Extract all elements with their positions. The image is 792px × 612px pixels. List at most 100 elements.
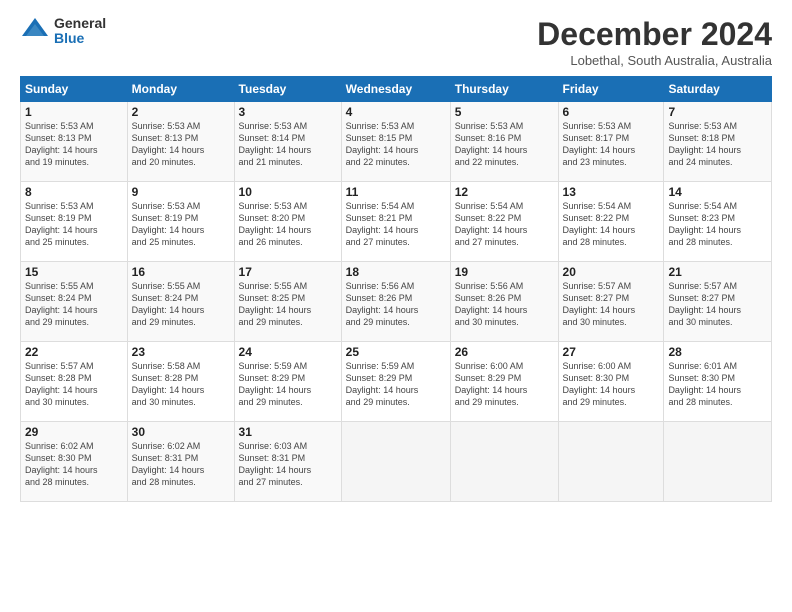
day-detail: Sunrise: 5:58 AMSunset: 8:28 PMDaylight:…	[132, 361, 205, 407]
day-number: 5	[455, 105, 554, 119]
day-number: 2	[132, 105, 230, 119]
logo: General Blue	[20, 16, 106, 47]
calendar-cell	[341, 422, 450, 502]
day-number: 30	[132, 425, 230, 439]
calendar-cell: 24 Sunrise: 5:59 AMSunset: 8:29 PMDaylig…	[234, 342, 341, 422]
calendar-cell: 1 Sunrise: 5:53 AMSunset: 8:13 PMDayligh…	[21, 102, 128, 182]
day-number: 17	[239, 265, 337, 279]
calendar-cell: 23 Sunrise: 5:58 AMSunset: 8:28 PMDaylig…	[127, 342, 234, 422]
calendar-cell: 13 Sunrise: 5:54 AMSunset: 8:22 PMDaylig…	[558, 182, 664, 262]
calendar-cell: 14 Sunrise: 5:54 AMSunset: 8:23 PMDaylig…	[664, 182, 772, 262]
calendar-row-5: 29 Sunrise: 6:02 AMSunset: 8:30 PMDaylig…	[21, 422, 772, 502]
day-number: 29	[25, 425, 123, 439]
calendar-cell: 3 Sunrise: 5:53 AMSunset: 8:14 PMDayligh…	[234, 102, 341, 182]
day-number: 11	[346, 185, 446, 199]
day-detail: Sunrise: 5:56 AMSunset: 8:26 PMDaylight:…	[455, 281, 528, 327]
day-number: 22	[25, 345, 123, 359]
day-detail: Sunrise: 5:53 AMSunset: 8:19 PMDaylight:…	[25, 201, 98, 247]
calendar-cell: 28 Sunrise: 6:01 AMSunset: 8:30 PMDaylig…	[664, 342, 772, 422]
day-detail: Sunrise: 5:53 AMSunset: 8:14 PMDaylight:…	[239, 121, 312, 167]
day-detail: Sunrise: 5:56 AMSunset: 8:26 PMDaylight:…	[346, 281, 419, 327]
page: General Blue December 2024 Lobethal, Sou…	[0, 0, 792, 612]
day-number: 26	[455, 345, 554, 359]
day-number: 14	[668, 185, 767, 199]
day-detail: Sunrise: 6:01 AMSunset: 8:30 PMDaylight:…	[668, 361, 741, 407]
day-detail: Sunrise: 5:54 AMSunset: 8:22 PMDaylight:…	[563, 201, 636, 247]
calendar-cell: 4 Sunrise: 5:53 AMSunset: 8:15 PMDayligh…	[341, 102, 450, 182]
day-detail: Sunrise: 5:55 AMSunset: 8:24 PMDaylight:…	[25, 281, 98, 327]
location: Lobethal, South Australia, Australia	[537, 53, 772, 68]
logo-general-text: General	[54, 16, 106, 31]
day-detail: Sunrise: 5:53 AMSunset: 8:15 PMDaylight:…	[346, 121, 419, 167]
day-detail: Sunrise: 5:53 AMSunset: 8:17 PMDaylight:…	[563, 121, 636, 167]
day-number: 31	[239, 425, 337, 439]
calendar-cell: 25 Sunrise: 5:59 AMSunset: 8:29 PMDaylig…	[341, 342, 450, 422]
day-number: 16	[132, 265, 230, 279]
day-detail: Sunrise: 5:57 AMSunset: 8:27 PMDaylight:…	[668, 281, 741, 327]
day-number: 25	[346, 345, 446, 359]
day-detail: Sunrise: 6:00 AMSunset: 8:30 PMDaylight:…	[563, 361, 636, 407]
day-number: 23	[132, 345, 230, 359]
calendar-cell: 20 Sunrise: 5:57 AMSunset: 8:27 PMDaylig…	[558, 262, 664, 342]
calendar-cell: 31 Sunrise: 6:03 AMSunset: 8:31 PMDaylig…	[234, 422, 341, 502]
calendar-cell: 6 Sunrise: 5:53 AMSunset: 8:17 PMDayligh…	[558, 102, 664, 182]
day-detail: Sunrise: 5:54 AMSunset: 8:22 PMDaylight:…	[455, 201, 528, 247]
day-number: 4	[346, 105, 446, 119]
header-saturday: Saturday	[664, 77, 772, 102]
day-detail: Sunrise: 6:00 AMSunset: 8:29 PMDaylight:…	[455, 361, 528, 407]
day-number: 10	[239, 185, 337, 199]
day-number: 13	[563, 185, 660, 199]
day-number: 19	[455, 265, 554, 279]
calendar-row-4: 22 Sunrise: 5:57 AMSunset: 8:28 PMDaylig…	[21, 342, 772, 422]
calendar-cell: 26 Sunrise: 6:00 AMSunset: 8:29 PMDaylig…	[450, 342, 558, 422]
calendar-cell	[664, 422, 772, 502]
day-detail: Sunrise: 6:02 AMSunset: 8:30 PMDaylight:…	[25, 441, 98, 487]
day-detail: Sunrise: 5:53 AMSunset: 8:19 PMDaylight:…	[132, 201, 205, 247]
calendar-row-2: 8 Sunrise: 5:53 AMSunset: 8:19 PMDayligh…	[21, 182, 772, 262]
title-section: December 2024 Lobethal, South Australia,…	[537, 16, 772, 68]
day-number: 1	[25, 105, 123, 119]
calendar-cell: 29 Sunrise: 6:02 AMSunset: 8:30 PMDaylig…	[21, 422, 128, 502]
calendar-cell: 27 Sunrise: 6:00 AMSunset: 8:30 PMDaylig…	[558, 342, 664, 422]
day-detail: Sunrise: 5:57 AMSunset: 8:28 PMDaylight:…	[25, 361, 98, 407]
day-detail: Sunrise: 5:53 AMSunset: 8:20 PMDaylight:…	[239, 201, 312, 247]
day-number: 3	[239, 105, 337, 119]
logo-icon	[20, 16, 50, 46]
day-detail: Sunrise: 6:03 AMSunset: 8:31 PMDaylight:…	[239, 441, 312, 487]
calendar-header: Sunday Monday Tuesday Wednesday Thursday…	[21, 77, 772, 102]
calendar-cell: 22 Sunrise: 5:57 AMSunset: 8:28 PMDaylig…	[21, 342, 128, 422]
header-monday: Monday	[127, 77, 234, 102]
header-wednesday: Wednesday	[341, 77, 450, 102]
calendar-cell: 5 Sunrise: 5:53 AMSunset: 8:16 PMDayligh…	[450, 102, 558, 182]
month-title: December 2024	[537, 16, 772, 53]
day-detail: Sunrise: 5:54 AMSunset: 8:23 PMDaylight:…	[668, 201, 741, 247]
calendar-cell: 2 Sunrise: 5:53 AMSunset: 8:13 PMDayligh…	[127, 102, 234, 182]
header-tuesday: Tuesday	[234, 77, 341, 102]
day-number: 8	[25, 185, 123, 199]
calendar-cell: 17 Sunrise: 5:55 AMSunset: 8:25 PMDaylig…	[234, 262, 341, 342]
calendar-cell: 12 Sunrise: 5:54 AMSunset: 8:22 PMDaylig…	[450, 182, 558, 262]
day-number: 18	[346, 265, 446, 279]
day-detail: Sunrise: 5:53 AMSunset: 8:13 PMDaylight:…	[132, 121, 205, 167]
day-number: 7	[668, 105, 767, 119]
logo-text: General Blue	[54, 16, 106, 47]
day-number: 27	[563, 345, 660, 359]
calendar-cell: 8 Sunrise: 5:53 AMSunset: 8:19 PMDayligh…	[21, 182, 128, 262]
calendar-row-1: 1 Sunrise: 5:53 AMSunset: 8:13 PMDayligh…	[21, 102, 772, 182]
calendar-cell	[558, 422, 664, 502]
day-number: 28	[668, 345, 767, 359]
day-detail: Sunrise: 5:54 AMSunset: 8:21 PMDaylight:…	[346, 201, 419, 247]
day-detail: Sunrise: 5:59 AMSunset: 8:29 PMDaylight:…	[346, 361, 419, 407]
calendar-cell: 19 Sunrise: 5:56 AMSunset: 8:26 PMDaylig…	[450, 262, 558, 342]
calendar-cell: 18 Sunrise: 5:56 AMSunset: 8:26 PMDaylig…	[341, 262, 450, 342]
day-detail: Sunrise: 5:53 AMSunset: 8:13 PMDaylight:…	[25, 121, 98, 167]
day-number: 9	[132, 185, 230, 199]
calendar-cell: 21 Sunrise: 5:57 AMSunset: 8:27 PMDaylig…	[664, 262, 772, 342]
calendar-cell	[450, 422, 558, 502]
header-row: Sunday Monday Tuesday Wednesday Thursday…	[21, 77, 772, 102]
calendar-cell: 30 Sunrise: 6:02 AMSunset: 8:31 PMDaylig…	[127, 422, 234, 502]
calendar-cell: 10 Sunrise: 5:53 AMSunset: 8:20 PMDaylig…	[234, 182, 341, 262]
day-number: 24	[239, 345, 337, 359]
day-detail: Sunrise: 5:53 AMSunset: 8:16 PMDaylight:…	[455, 121, 528, 167]
day-number: 20	[563, 265, 660, 279]
